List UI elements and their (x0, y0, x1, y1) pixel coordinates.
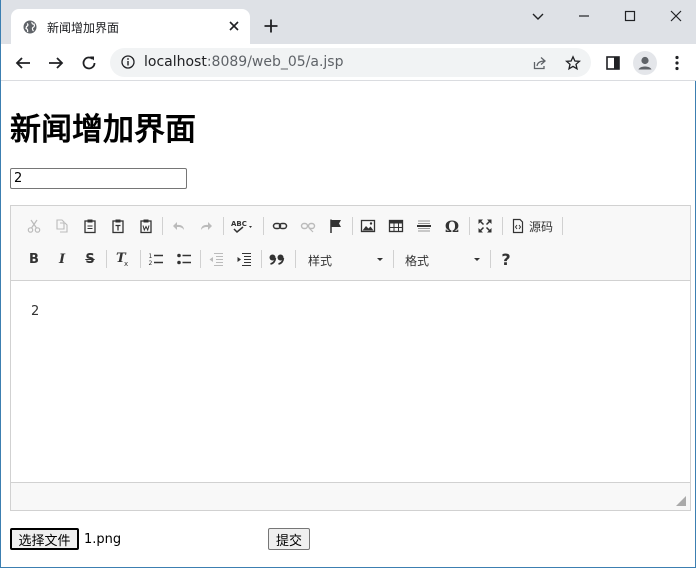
editor-toolbar: ABC Ω 源码 B I S T x 1 2 样式 格式 ? (11, 206, 690, 281)
tab-search-chevron-icon[interactable] (530, 8, 546, 24)
bold-icon[interactable]: B (24, 249, 44, 269)
forward-arrow-icon[interactable] (47, 54, 65, 72)
tab-strip: 新闻增加界面 (1, 0, 696, 44)
close-window-icon[interactable] (668, 8, 684, 24)
url-host: localhost (144, 54, 207, 70)
resize-grip-icon[interactable] (676, 495, 686, 506)
undo-icon[interactable] (169, 216, 189, 236)
paste-word-icon[interactable] (136, 216, 156, 236)
site-info-icon[interactable] (121, 55, 135, 69)
bulleted-list-icon[interactable] (174, 249, 194, 269)
blockquote-icon[interactable] (267, 249, 287, 269)
styles-combo[interactable]: 样式 (308, 250, 388, 270)
link-icon[interactable] (270, 216, 290, 236)
source-icon[interactable] (508, 216, 528, 236)
format-combo[interactable]: 格式 (405, 250, 485, 270)
toolbar-separator (261, 250, 262, 268)
svg-text:ABC: ABC (231, 220, 247, 228)
browser-tab[interactable]: 新闻增加界面 (11, 9, 250, 44)
styles-dropdown-arrow-icon (377, 258, 383, 261)
news-title-input[interactable] (10, 168, 187, 189)
reload-icon[interactable] (80, 54, 98, 72)
styles-combo-label: 样式 (308, 254, 333, 268)
paste-icon[interactable] (80, 216, 100, 236)
outdent-icon[interactable] (206, 249, 226, 269)
globe-icon (23, 20, 37, 34)
special-char-icon[interactable]: Ω (442, 216, 462, 236)
spellcheck-icon[interactable]: ABC (230, 216, 258, 236)
bookmark-star-icon[interactable] (565, 55, 581, 71)
tab-title: 新闻增加界面 (47, 21, 120, 35)
horizontal-rule-icon[interactable] (414, 216, 434, 236)
side-panel-icon[interactable] (604, 54, 622, 72)
remove-format-icon[interactable]: Tx (113, 249, 133, 269)
toolbar-separator (469, 217, 470, 235)
help-icon[interactable]: ? (496, 249, 516, 269)
table-icon[interactable] (386, 216, 406, 236)
page-content: 新闻增加界面 2 ABC Ω 源码 B I S T x 1 2 样式 格式 ? … (1, 82, 696, 568)
toolbar-separator (162, 217, 163, 235)
format-dropdown-arrow-icon (474, 258, 480, 261)
toolbar-separator (502, 217, 503, 235)
anchor-flag-icon[interactable] (326, 216, 346, 236)
close-tab-icon[interactable] (226, 18, 242, 34)
editor-content-text[interactable]: 2 (31, 304, 39, 319)
toolbar-separator (352, 217, 353, 235)
toolbar-separator (200, 250, 201, 268)
svg-text:2: 2 (149, 260, 153, 267)
image-icon[interactable] (358, 216, 378, 236)
unlink-icon[interactable] (298, 216, 318, 236)
page-title: 新闻增加界面 (10, 112, 196, 148)
toolbar-separator (106, 250, 107, 268)
minimize-icon[interactable] (576, 8, 592, 24)
toolbar-separator (223, 217, 224, 235)
toolbar-separator (393, 250, 394, 268)
new-tab-icon[interactable] (263, 18, 279, 34)
maximize-window-icon[interactable] (622, 8, 638, 24)
browser-window: 新闻增加界面 localhost:8089/web_05/a.jsp 新闻增加界… (0, 0, 696, 568)
toolbar-separator (263, 217, 264, 235)
toolbar-separator (295, 250, 296, 268)
browser-toolbar: localhost:8089/web_05/a.jsp (1, 44, 696, 81)
copy-icon[interactable] (52, 216, 72, 236)
italic-icon[interactable]: I (52, 249, 72, 269)
selected-file-name: 1.png (84, 532, 122, 547)
url-path: :8089/web_05/a.jsp (206, 54, 344, 70)
redo-icon[interactable] (196, 216, 216, 236)
svg-text:1: 1 (149, 253, 153, 260)
rich-text-editor: ABC Ω 源码 B I S T x 1 2 样式 格式 ? 2 (10, 205, 691, 511)
editor-body[interactable]: 2 (11, 282, 690, 481)
choose-file-button[interactable]: 选择文件 (10, 528, 79, 550)
toolbar-separator (490, 250, 491, 268)
back-arrow-icon[interactable] (14, 54, 32, 72)
url-text[interactable]: localhost:8089/web_05/a.jsp (144, 54, 344, 70)
submit-button[interactable]: 提交 (268, 528, 310, 550)
editor-footer (11, 482, 690, 510)
source-button-label[interactable]: 源码 (529, 218, 553, 235)
strikethrough-icon[interactable]: S (80, 249, 100, 269)
toolbar-separator (140, 250, 141, 268)
svg-text:x: x (124, 260, 128, 268)
more-menu-icon[interactable] (668, 54, 686, 72)
paste-text-icon[interactable] (108, 216, 128, 236)
profile-avatar[interactable] (633, 51, 657, 75)
maximize-editor-icon[interactable] (475, 216, 495, 236)
share-icon[interactable] (532, 55, 548, 71)
address-bar[interactable]: localhost:8089/web_05/a.jsp (110, 48, 591, 77)
numbered-list-icon[interactable]: 12 (146, 249, 166, 269)
indent-icon[interactable] (234, 249, 254, 269)
format-combo-label: 格式 (405, 254, 430, 268)
cut-icon[interactable] (24, 216, 44, 236)
toolbar-separator (562, 217, 563, 235)
